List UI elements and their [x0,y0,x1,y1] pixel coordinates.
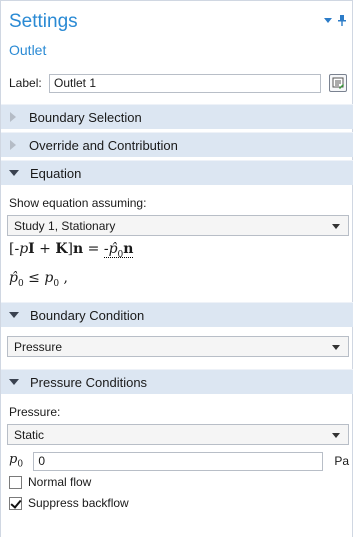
edit-label-icon[interactable] [329,74,347,92]
panel-controls [324,15,346,26]
pressure-type-value: Static [14,427,45,442]
section-pressure-conditions[interactable]: Pressure Conditions [1,369,353,394]
label-input[interactable]: Outlet 1 [49,73,321,93]
section-boundary-selection[interactable]: Boundary Selection [1,104,353,129]
suppress-backflow-row[interactable]: Suppress backflow [9,496,129,510]
p0-symbol: p0 [9,452,24,470]
label-caption: Label: [9,76,42,90]
settings-panel: Settings Outlet Label: Outlet 1 Boundary… [0,0,353,537]
section-override-contribution[interactable]: Override and Contribution [1,132,353,157]
section-boundary-condition[interactable]: Boundary Condition [1,302,353,327]
p0-unit: Pa [334,454,349,468]
expand-icon [10,140,16,150]
chevron-down-icon [332,224,340,229]
p0-row: p0 0 Pa [9,451,349,471]
pin-icon[interactable] [338,15,346,26]
suppress-backflow-label: Suppress backflow [28,496,129,510]
section-label: Equation [30,165,82,181]
section-label: Boundary Condition [30,307,145,323]
show-equation-label: Show equation assuming: [9,196,147,210]
equation-line-2: p̂0 ≤ p0 , [9,270,68,289]
section-label: Boundary Selection [29,109,142,125]
suppress-backflow-checkbox[interactable] [9,496,22,510]
collapse-icon [9,379,19,385]
panel-subtitle: Outlet [9,42,47,58]
pressure-type-select[interactable]: Static [7,424,349,445]
expand-icon [10,112,16,122]
section-equation[interactable]: Equation [1,160,353,185]
p0-input[interactable]: 0 [33,451,324,471]
label-row: Label: Outlet 1 [9,73,349,93]
chevron-down-icon [332,345,340,350]
section-label: Override and Contribution [29,137,178,153]
normal-flow-row[interactable]: Normal flow [9,475,91,489]
equation-line-1: [-pI + K]n = -p̂0n [9,241,134,260]
boundary-condition-value: Pressure [14,339,63,354]
collapse-icon [9,312,19,318]
panel-title: Settings [9,11,78,32]
section-label: Pressure Conditions [30,374,148,390]
normal-flow-checkbox[interactable] [9,475,22,489]
boundary-condition-select[interactable]: Pressure [7,336,349,357]
collapse-icon [9,170,19,176]
pressure-label: Pressure: [9,405,61,419]
study-select-value: Study 1, Stationary [14,218,116,233]
normal-flow-label: Normal flow [28,475,92,489]
chevron-down-icon [332,433,340,438]
study-select[interactable]: Study 1, Stationary [7,215,349,236]
panel-menu-icon[interactable] [324,18,332,23]
